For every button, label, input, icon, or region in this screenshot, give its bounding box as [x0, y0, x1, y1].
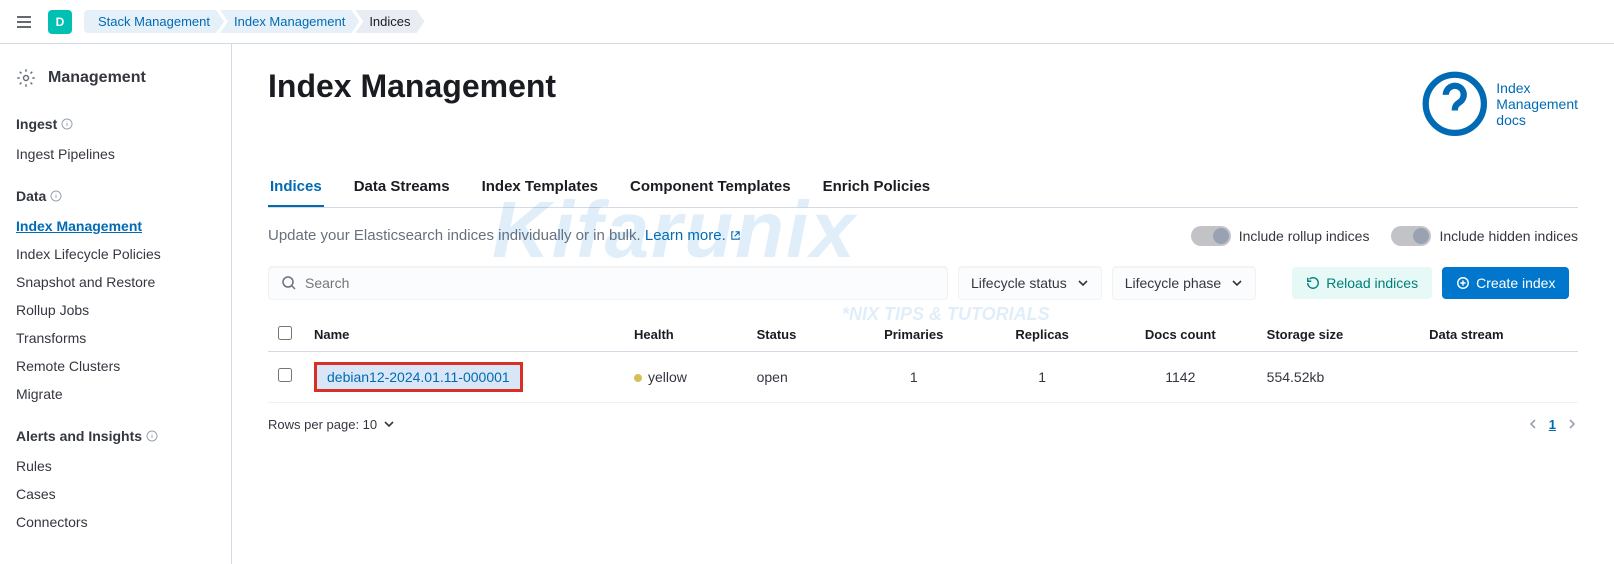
col-name[interactable]: Name: [304, 318, 624, 352]
toggle-rollup-indices[interactable]: ✕ Include rollup indices: [1191, 226, 1370, 246]
sidebar-item-rules[interactable]: Rules: [16, 452, 215, 480]
page-title: Index Management: [268, 68, 556, 105]
cell-replicas: 1: [980, 351, 1104, 402]
cell-status: open: [747, 351, 847, 402]
create-index-button[interactable]: Create index: [1442, 267, 1569, 299]
tab-enrich-policies[interactable]: Enrich Policies: [821, 168, 933, 207]
cell-data-stream: [1419, 351, 1578, 402]
switch-icon: ✕: [1391, 226, 1431, 246]
chevron-left-icon[interactable]: [1527, 418, 1539, 430]
info-icon: [146, 430, 158, 442]
sidebar-group-ingest: Ingest: [16, 116, 215, 132]
sidebar-group-data: Data: [16, 188, 215, 204]
search-input[interactable]: [305, 275, 935, 291]
space-badge[interactable]: D: [48, 10, 72, 34]
sidebar-item-remote-clusters[interactable]: Remote Clusters: [16, 352, 215, 380]
col-data-stream[interactable]: Data stream: [1419, 318, 1578, 352]
breadcrumb-index-management[interactable]: Index Management: [220, 10, 359, 33]
page-number[interactable]: 1: [1549, 417, 1556, 432]
docs-link[interactable]: Index Management docs: [1419, 68, 1578, 140]
info-icon: [50, 190, 62, 202]
breadcrumb-stack-management[interactable]: Stack Management: [84, 10, 224, 33]
sidebar: Management Ingest Ingest Pipelines Data …: [0, 44, 232, 564]
sidebar-item-connectors[interactable]: Connectors: [16, 508, 215, 536]
plus-circle-icon: [1456, 276, 1470, 290]
chevron-down-icon: [383, 418, 395, 430]
sidebar-title: Management: [48, 69, 146, 87]
reload-indices-button[interactable]: Reload indices: [1292, 267, 1432, 299]
subhead-text: Update your Elasticsearch indices indivi…: [268, 227, 741, 244]
info-icon: [61, 118, 73, 130]
col-status[interactable]: Status: [747, 318, 847, 352]
cell-primaries: 1: [847, 351, 980, 402]
chevron-right-icon[interactable]: [1566, 418, 1578, 430]
refresh-icon: [1306, 276, 1320, 290]
lifecycle-status-select[interactable]: Lifecycle status: [958, 266, 1102, 300]
breadcrumb: Stack Management Index Management Indice…: [84, 10, 425, 33]
select-all-checkbox[interactable]: [278, 326, 292, 340]
chevron-down-icon: [1077, 277, 1089, 289]
chevron-down-icon: [1231, 277, 1243, 289]
lifecycle-phase-select[interactable]: Lifecycle phase: [1112, 266, 1257, 300]
search-input-wrap[interactable]: [268, 266, 948, 300]
breadcrumb-indices: Indices: [355, 10, 424, 33]
col-replicas[interactable]: Replicas: [980, 318, 1104, 352]
row-checkbox[interactable]: [278, 368, 292, 382]
tabs: Indices Data Streams Index Templates Com…: [268, 168, 1578, 208]
menu-icon[interactable]: [12, 10, 36, 34]
col-health[interactable]: Health: [624, 318, 747, 352]
highlight-annotation: debian12-2024.01.11-000001: [314, 362, 523, 392]
sidebar-item-rollup-jobs[interactable]: Rollup Jobs: [16, 296, 215, 324]
learn-more-link[interactable]: Learn more.: [645, 227, 741, 244]
sidebar-item-ingest-pipelines[interactable]: Ingest Pipelines: [16, 140, 215, 168]
sidebar-group-alerts: Alerts and Insights: [16, 428, 215, 444]
rows-per-page-select[interactable]: Rows per page: 10: [268, 417, 395, 432]
app-header: D Stack Management Index Management Indi…: [0, 0, 1614, 44]
toggle-hidden-indices[interactable]: ✕ Include hidden indices: [1391, 226, 1578, 246]
tab-component-templates[interactable]: Component Templates: [628, 168, 793, 207]
tab-data-streams[interactable]: Data Streams: [352, 168, 452, 207]
tab-index-templates[interactable]: Index Templates: [480, 168, 600, 207]
sidebar-item-cases[interactable]: Cases: [16, 480, 215, 508]
pagination: 1: [1527, 417, 1578, 432]
external-link-icon: [730, 230, 741, 241]
indices-table: Name Health Status Primaries Replicas Do…: [268, 318, 1578, 403]
index-name-link[interactable]: debian12-2024.01.11-000001: [327, 369, 510, 385]
sidebar-item-index-lifecycle-policies[interactable]: Index Lifecycle Policies: [16, 240, 215, 268]
table-row: debian12-2024.01.11-000001 yellow open 1…: [268, 351, 1578, 402]
sidebar-item-index-management[interactable]: Index Management: [16, 212, 215, 240]
cell-health: yellow: [624, 351, 747, 402]
main-content: Kifarunix *NIX TIPS & TUTORIALS Index Ma…: [232, 44, 1614, 564]
col-storage-size[interactable]: Storage size: [1257, 318, 1419, 352]
help-icon: [1419, 68, 1491, 140]
gear-icon: [16, 68, 36, 88]
switch-icon: ✕: [1191, 226, 1231, 246]
sidebar-item-migrate[interactable]: Migrate: [16, 380, 215, 408]
col-primaries[interactable]: Primaries: [847, 318, 980, 352]
cell-storage: 554.52kb: [1257, 351, 1419, 402]
sidebar-item-snapshot-and-restore[interactable]: Snapshot and Restore: [16, 268, 215, 296]
search-icon: [281, 275, 297, 291]
cell-docs-count: 1142: [1104, 351, 1257, 402]
tab-indices[interactable]: Indices: [268, 168, 324, 207]
health-dot-icon: [634, 374, 642, 382]
sidebar-item-transforms[interactable]: Transforms: [16, 324, 215, 352]
col-docs-count[interactable]: Docs count: [1104, 318, 1257, 352]
